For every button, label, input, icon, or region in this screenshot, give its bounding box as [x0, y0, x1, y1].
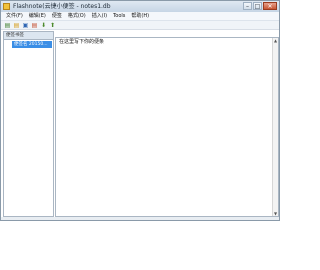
app-icon: [3, 3, 10, 10]
window-title: Flashnote(云捷小便签 - notes1.db: [13, 3, 111, 10]
open-icon[interactable]: ▣: [22, 22, 29, 29]
menu-bar: 文件(F) 编辑(E) 便签 格式(O) 插入(I) Tools 帮助(H): [1, 12, 279, 21]
vertical-scrollbar[interactable]: ▲ ▼: [272, 38, 278, 216]
new-note-icon[interactable]: ▤: [4, 22, 11, 29]
menu-tools[interactable]: Tools: [113, 12, 125, 20]
new-folder-icon[interactable]: ▤: [13, 22, 20, 29]
menu-help[interactable]: 帮助(H): [131, 12, 149, 20]
delete-icon[interactable]: ▤: [31, 22, 38, 29]
move-up-icon[interactable]: ⬆: [49, 22, 56, 29]
menu-file[interactable]: 文件(F): [6, 12, 23, 20]
minimize-button[interactable]: –: [243, 2, 252, 10]
scroll-up-icon[interactable]: ▲: [273, 38, 278, 43]
tree-item-note[interactable]: 便签名 20150...: [12, 41, 52, 48]
status-bar: [1, 217, 279, 220]
menu-format[interactable]: 格式(O): [68, 12, 86, 20]
close-button[interactable]: ✕: [263, 2, 277, 10]
menu-edit[interactable]: 编辑(E): [29, 12, 46, 20]
maximize-button[interactable]: □: [253, 2, 262, 10]
note-tree-header: 便签书签: [4, 32, 53, 40]
note-editor[interactable]: 在这里写下你的便条 ▲ ▼: [55, 37, 279, 217]
menu-insert[interactable]: 插入(I): [92, 12, 107, 20]
editor-text[interactable]: 在这里写下你的便条: [59, 39, 104, 46]
window-controls: – □ ✕: [243, 2, 277, 10]
note-tree-panel: 便签书签 便签名 20150...: [3, 31, 54, 217]
scroll-down-icon[interactable]: ▼: [273, 211, 278, 216]
app-window: Flashnote(云捷小便签 - notes1.db – □ ✕ 文件(F) …: [0, 0, 280, 221]
move-down-icon[interactable]: ⬇: [40, 22, 47, 29]
toolbar: ▤ ▤ ▣ ▤ ⬇ ⬆: [1, 21, 279, 30]
menu-notes[interactable]: 便签: [52, 12, 62, 20]
